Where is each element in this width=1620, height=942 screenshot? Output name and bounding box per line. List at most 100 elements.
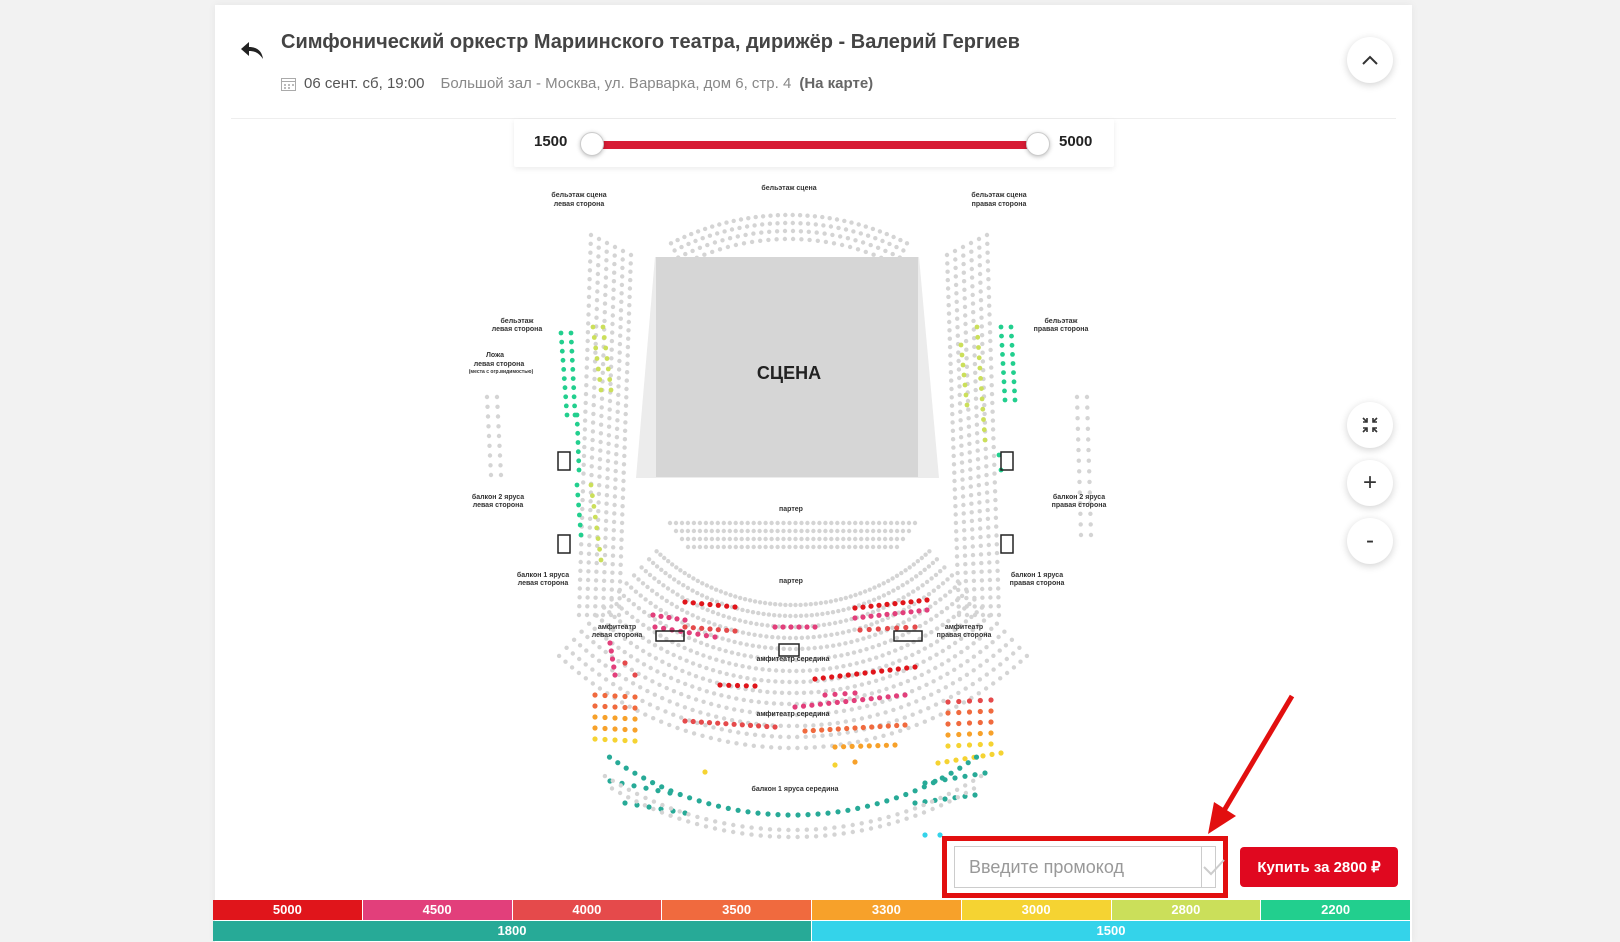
seat[interactable]: [601, 578, 607, 583]
seat[interactable]: [671, 712, 676, 717]
seat[interactable]: [738, 217, 744, 222]
seat[interactable]: [977, 677, 983, 682]
seat[interactable]: [815, 238, 820, 243]
seat[interactable]: [922, 780, 928, 786]
seat[interactable]: [596, 658, 602, 663]
seat[interactable]: [615, 418, 620, 423]
seat[interactable]: [966, 416, 971, 421]
seat[interactable]: [576, 502, 581, 508]
seat[interactable]: [679, 607, 685, 613]
seat[interactable]: [759, 622, 765, 627]
seat[interactable]: [847, 662, 853, 667]
seat[interactable]: [650, 780, 656, 786]
seat[interactable]: [939, 609, 944, 615]
seat[interactable]: [960, 244, 966, 250]
seat[interactable]: [847, 536, 852, 542]
seat[interactable]: [881, 581, 886, 586]
seat[interactable]: [758, 826, 763, 831]
seat[interactable]: [781, 536, 786, 542]
seat[interactable]: [955, 597, 960, 603]
seat[interactable]: [835, 520, 840, 526]
seat[interactable]: [996, 612, 1002, 618]
seat[interactable]: [675, 237, 680, 243]
seat[interactable]: [592, 385, 597, 390]
seat[interactable]: [622, 649, 627, 655]
seat[interactable]: [605, 484, 610, 489]
seat[interactable]: [969, 501, 974, 506]
seat[interactable]: [720, 636, 725, 641]
seat[interactable]: [919, 555, 924, 561]
seat[interactable]: [669, 601, 674, 607]
seat[interactable]: [955, 570, 960, 576]
seat[interactable]: [900, 536, 906, 542]
seat[interactable]: [656, 579, 662, 585]
seat[interactable]: [749, 832, 754, 837]
seat[interactable]: [630, 614, 635, 620]
seat[interactable]: [577, 656, 582, 662]
seat[interactable]: [498, 472, 504, 478]
seat[interactable]: [922, 719, 927, 724]
seat[interactable]: [1002, 629, 1007, 634]
seat[interactable]: [920, 583, 925, 588]
seat[interactable]: [865, 520, 870, 526]
seat[interactable]: [711, 725, 716, 730]
seat[interactable]: [1000, 352, 1005, 357]
seat[interactable]: [1003, 643, 1009, 648]
seat[interactable]: [646, 804, 652, 810]
seat[interactable]: [590, 493, 595, 499]
seat[interactable]: [977, 517, 983, 522]
seat[interactable]: [574, 412, 580, 418]
seat[interactable]: [608, 387, 614, 393]
seat[interactable]: [971, 561, 976, 566]
seat[interactable]: [707, 626, 713, 632]
seat[interactable]: [704, 665, 709, 671]
seat[interactable]: [861, 636, 866, 641]
seat[interactable]: [800, 668, 806, 673]
seat[interactable]: [761, 733, 766, 738]
seat[interactable]: [735, 234, 740, 239]
seat[interactable]: [634, 791, 640, 797]
seat[interactable]: [595, 536, 601, 541]
seat[interactable]: [963, 578, 969, 584]
legend-price-3300[interactable]: 3300: [812, 900, 962, 920]
seat[interactable]: [750, 643, 755, 648]
seat[interactable]: [736, 651, 741, 657]
seat[interactable]: [865, 703, 870, 709]
seat[interactable]: [609, 656, 616, 662]
seat[interactable]: [989, 626, 994, 631]
seat[interactable]: [849, 707, 854, 712]
seat[interactable]: [702, 226, 708, 232]
seat[interactable]: [812, 645, 817, 651]
seat[interactable]: [618, 686, 623, 691]
seat[interactable]: [756, 699, 761, 705]
seat[interactable]: [697, 520, 703, 526]
seat[interactable]: [838, 597, 844, 602]
seat[interactable]: [985, 241, 990, 246]
seat[interactable]: [706, 720, 713, 726]
seat[interactable]: [708, 735, 714, 741]
seat[interactable]: [695, 615, 701, 620]
seat[interactable]: [877, 824, 883, 829]
seat[interactable]: [761, 611, 766, 617]
seat[interactable]: [632, 716, 638, 722]
price-range-slider[interactable]: 1500 5000: [514, 119, 1114, 167]
seat[interactable]: [894, 722, 900, 729]
seat[interactable]: [686, 812, 691, 817]
seat[interactable]: [667, 790, 673, 796]
seat[interactable]: [731, 822, 736, 828]
seat[interactable]: [599, 396, 605, 401]
seat[interactable]: [1002, 397, 1008, 403]
seat[interactable]: [893, 795, 900, 801]
seat[interactable]: [811, 520, 816, 526]
seat[interactable]: [956, 742, 962, 749]
seat[interactable]: [969, 614, 974, 620]
seat[interactable]: [617, 596, 622, 601]
back-arrow-icon[interactable]: [237, 35, 267, 65]
seat[interactable]: [978, 289, 983, 294]
seat[interactable]: [809, 613, 814, 618]
seat[interactable]: [945, 269, 950, 274]
seat[interactable]: [605, 366, 611, 372]
seat[interactable]: [938, 712, 943, 717]
seat[interactable]: [614, 443, 619, 448]
seat[interactable]: [922, 567, 927, 572]
